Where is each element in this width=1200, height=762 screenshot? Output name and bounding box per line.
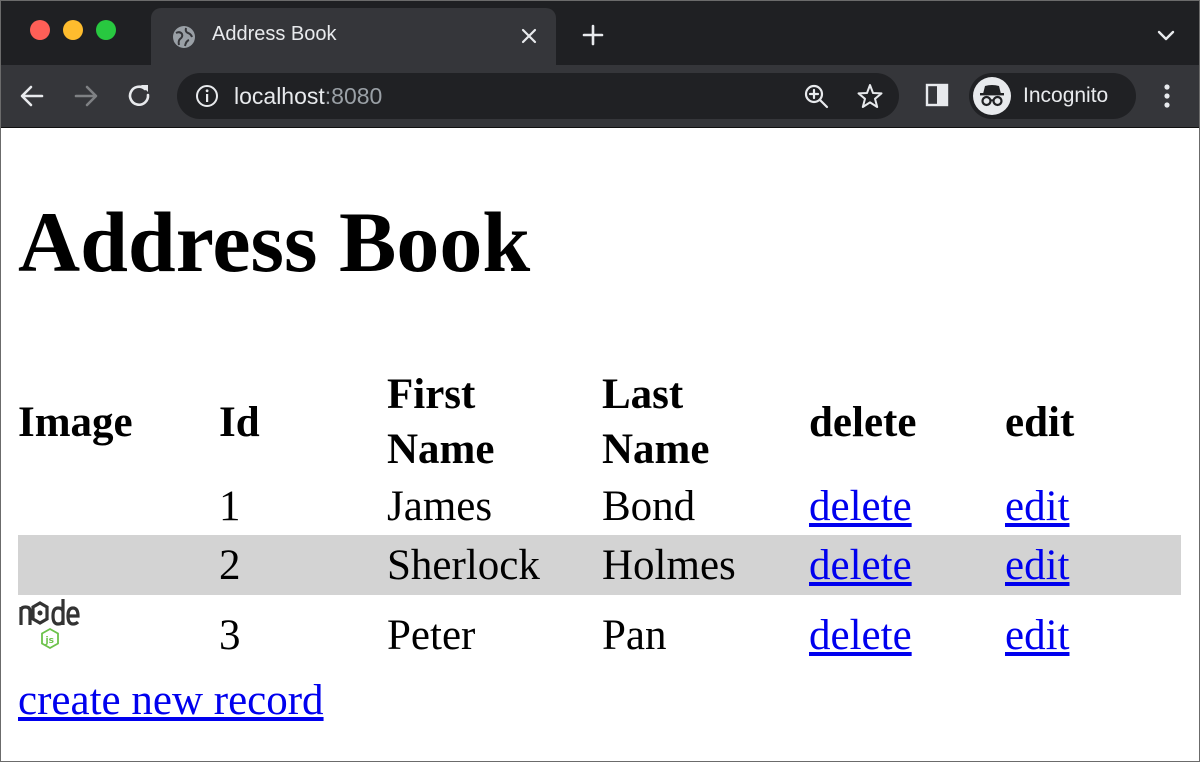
tab-title: Address Book	[212, 23, 337, 45]
header-first-name-line2: Name	[387, 426, 495, 473]
url-text[interactable]: localhost:8080	[234, 83, 382, 110]
new-tab-icon[interactable]	[581, 23, 605, 47]
side-panel-icon[interactable]	[925, 83, 949, 107]
back-arrow-icon[interactable]	[18, 82, 46, 110]
cell-image	[18, 535, 219, 595]
incognito-icon	[973, 77, 1011, 115]
cell-edit: edit	[1005, 477, 1181, 535]
cell-delete: delete	[809, 477, 1005, 535]
header-image: Image	[18, 398, 133, 446]
header-last-name-line2: Name	[602, 426, 710, 473]
edit-link[interactable]: edit	[1005, 483, 1069, 530]
cell-first-name: Sherlock	[387, 541, 540, 589]
browser-toolbar: localhost:8080 Incognito	[1, 65, 1199, 128]
address-table: Image Id First Name Last Name delete edit …	[18, 367, 1181, 675]
table-row: 1 James Bond delete edit	[18, 477, 1181, 535]
close-window-button[interactable]	[30, 20, 50, 40]
header-last-name: Last Name	[602, 367, 809, 477]
header-first-name: First Name	[387, 367, 602, 477]
globe-icon	[173, 26, 195, 48]
cell-edit: edit	[1005, 535, 1181, 595]
reload-icon[interactable]	[126, 82, 154, 110]
tab-address-book[interactable]: Address Book	[151, 8, 556, 65]
cell-id: 2	[219, 541, 241, 589]
close-tab-icon[interactable]	[519, 26, 539, 46]
more-menu-icon[interactable]	[1155, 82, 1179, 110]
chevron-down-icon[interactable]	[1155, 28, 1177, 44]
tab-strip: Address Book	[1, 1, 1199, 65]
table-header-row: Image Id First Name Last Name delete edit	[18, 367, 1181, 477]
info-icon[interactable]	[195, 84, 219, 108]
cell-id: 1	[219, 482, 241, 530]
bookmark-star-icon[interactable]	[857, 83, 883, 109]
cell-image: js	[18, 595, 219, 675]
header-delete: delete	[809, 398, 917, 446]
cell-first-name: Peter	[387, 611, 476, 659]
header-id: Id	[219, 398, 260, 446]
browser-window: Address Book localhost:8080 Incognito Ad…	[0, 0, 1200, 762]
zoom-icon[interactable]	[803, 83, 829, 109]
delete-link[interactable]: delete	[809, 483, 912, 530]
cell-first-name: James	[387, 482, 493, 530]
minimize-window-button[interactable]	[63, 20, 83, 40]
header-last-name-line1: Last	[602, 371, 684, 418]
delete-link[interactable]: delete	[809, 612, 912, 659]
cell-image	[18, 477, 219, 535]
url-port: :8080	[324, 83, 383, 109]
node-js-logo: js	[19, 599, 80, 650]
incognito-label: Incognito	[1023, 84, 1109, 107]
address-bar[interactable]: localhost:8080	[177, 73, 899, 119]
incognito-profile-button[interactable]: Incognito	[969, 73, 1136, 119]
cell-id: 3	[219, 611, 241, 659]
edit-link[interactable]: edit	[1005, 612, 1069, 659]
edit-link[interactable]: edit	[1005, 542, 1069, 589]
url-host: localhost	[234, 83, 325, 109]
header-first-name-line1: First	[387, 371, 476, 418]
table-row: js 3 Peter Pan delete edit	[18, 595, 1181, 675]
forward-arrow-icon[interactable]	[72, 82, 100, 110]
header-edit: edit	[1005, 398, 1075, 446]
create-new-record-link[interactable]: create new record	[18, 676, 324, 725]
cell-last-name: Pan	[602, 611, 667, 659]
cell-delete: delete	[809, 535, 1005, 595]
cell-delete: delete	[809, 595, 1005, 675]
cell-last-name: Holmes	[602, 541, 736, 589]
page-title: Address Book	[18, 194, 531, 290]
page-content: Address Book Image Id First Name Last Name…	[1, 128, 1199, 761]
table-row: 2 Sherlock Holmes delete edit	[18, 535, 1181, 595]
svg-text:js: js	[45, 636, 54, 646]
cell-edit: edit	[1005, 595, 1181, 675]
delete-link[interactable]: delete	[809, 542, 912, 589]
maximize-window-button[interactable]	[96, 20, 116, 40]
cell-last-name: Bond	[602, 482, 696, 530]
